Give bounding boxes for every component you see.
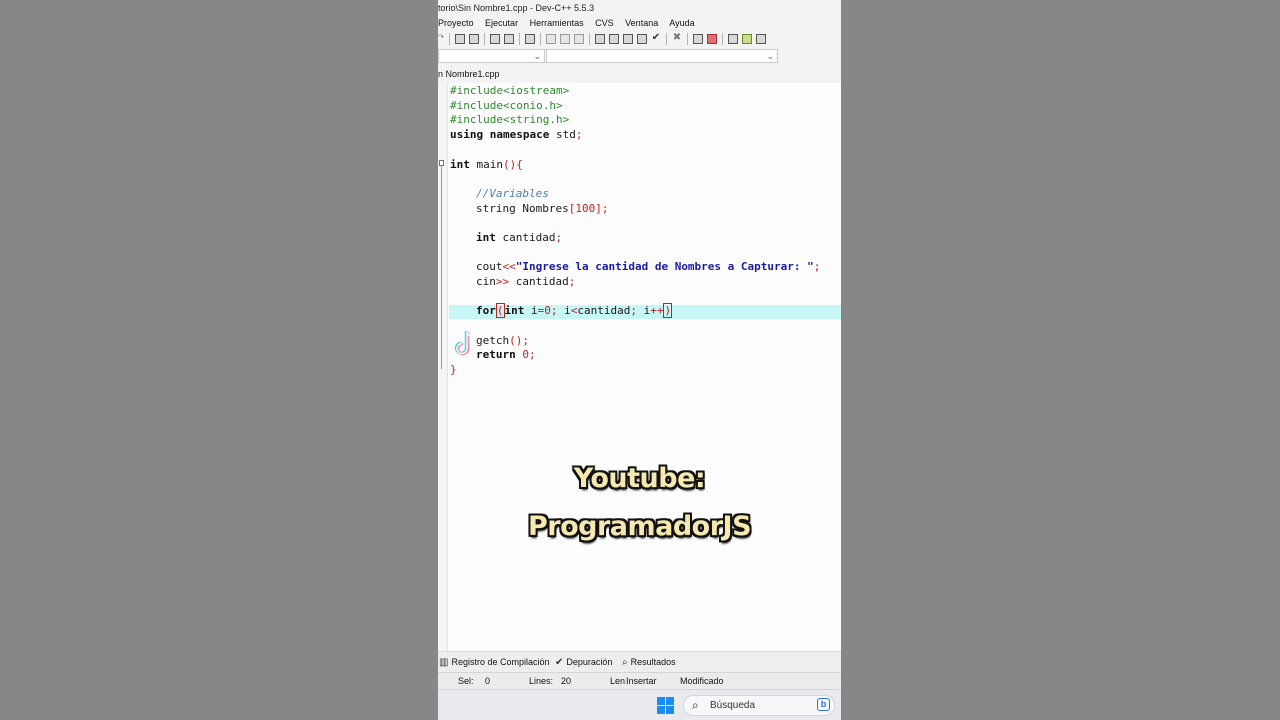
- debug-icon[interactable]: [707, 34, 717, 44]
- search-icon: ⌕: [692, 698, 699, 712]
- code-editor[interactable]: #include<iostream> #include<conio.h> #in…: [438, 83, 841, 651]
- editor-tabs: n Nombre1.cpp: [438, 66, 841, 82]
- code-line-14: cin>> cantidad;: [476, 275, 576, 288]
- compile-icon[interactable]: [595, 34, 605, 44]
- toolbar: ↷ ✔ ✖: [438, 30, 841, 48]
- check-icon[interactable]: ✔: [651, 33, 661, 44]
- left-blur-area: [0, 0, 438, 720]
- insert-mode: Insertar: [626, 676, 657, 686]
- unindent-icon[interactable]: [560, 34, 570, 44]
- goto-function-icon[interactable]: [504, 34, 514, 44]
- replace-icon[interactable]: [469, 34, 479, 44]
- code-line-18: getch();: [476, 334, 529, 347]
- indent-icon[interactable]: [546, 34, 556, 44]
- matched-paren-open: (: [495, 303, 505, 318]
- tab-debug[interactable]: ✔ Depuración: [555, 652, 612, 673]
- window-title: torio\Sin Nombre1.cpp - Dev-C++ 5.5.3: [438, 0, 841, 16]
- toggle-icon[interactable]: [756, 34, 766, 44]
- menu-ejecutar[interactable]: Ejecutar: [485, 18, 518, 28]
- member-dropdown[interactable]: ⌄: [546, 49, 778, 63]
- dev-cpp-window: torio\Sin Nombre1.cpp - Dev-C++ 5.5.3 Pr…: [438, 0, 841, 720]
- toolbar-separator: [722, 33, 723, 45]
- code-line-9: string Nombres[100];: [476, 202, 609, 215]
- class-dropdown[interactable]: ⌄: [438, 49, 545, 63]
- goto-line-icon[interactable]: [490, 34, 500, 44]
- sel-value: 0: [485, 676, 491, 686]
- lines-label: Lines:: [529, 676, 554, 686]
- tab-compile-log[interactable]: ▥ Registro de Compilación: [439, 652, 550, 673]
- chevron-down-icon: ⌄: [766, 51, 774, 61]
- insert-icon[interactable]: [742, 34, 752, 44]
- code-line-3: #include<string.h>: [450, 113, 570, 126]
- toolbar-separator: [666, 33, 667, 45]
- len-label: Len: [610, 676, 626, 686]
- toolbar-separator: [519, 33, 520, 45]
- bookmark-icon[interactable]: [525, 34, 535, 44]
- chevron-down-icon: ⌄: [533, 51, 541, 61]
- code-line-8: //Variables: [476, 187, 549, 200]
- channel-name: ProgramadorJS: [527, 511, 752, 542]
- fold-line: [441, 166, 442, 369]
- menu-bar: Proyecto Ejecutar Herramientas CVS Venta…: [438, 16, 841, 30]
- menu-cvs[interactable]: CVS: [595, 18, 614, 28]
- search-results-icon: ⌕: [622, 657, 628, 668]
- menu-herramientas[interactable]: Herramientas: [530, 18, 584, 28]
- menu-proyecto[interactable]: Proyecto: [438, 18, 474, 28]
- code-line-4: using namespace std;: [450, 128, 583, 141]
- rebuild-icon[interactable]: [637, 34, 647, 44]
- compile-run-icon[interactable]: [623, 34, 633, 44]
- new-class-icon[interactable]: [728, 34, 738, 44]
- toolbar-separator: [687, 33, 688, 45]
- tab-results[interactable]: ⌕ Resultados: [622, 652, 676, 673]
- toolbar-separator: [540, 33, 541, 45]
- class-browser-bar: ⌄ ⌄: [438, 49, 841, 65]
- bing-icon[interactable]: b: [817, 698, 830, 711]
- code-line-11: int cantidad;: [476, 231, 563, 244]
- check-icon: ✔: [555, 657, 564, 668]
- modified-status: Modificado: [680, 676, 724, 686]
- code-line-13: cout<<"Ingrese la cantidad de Nombres a …: [476, 260, 821, 273]
- menu-ayuda[interactable]: Ayuda: [669, 18, 694, 28]
- fold-gutter: [438, 83, 448, 651]
- toggle-comment-icon[interactable]: [574, 34, 584, 44]
- redo-icon[interactable]: ↷: [438, 34, 444, 44]
- windows-start-icon[interactable]: [657, 697, 674, 714]
- chart-icon[interactable]: [693, 34, 703, 44]
- stop-icon[interactable]: ✖: [672, 33, 682, 44]
- code-line-20: }: [450, 363, 457, 376]
- code-line-6: int main(){: [450, 158, 523, 171]
- menu-ventana[interactable]: Ventana: [625, 18, 658, 28]
- sel-label: Sel:: [458, 676, 474, 686]
- code-line-2: #include<conio.h>: [450, 99, 563, 112]
- search-placeholder: Búsqueda: [710, 700, 756, 711]
- lines-value: 20: [561, 676, 572, 686]
- youtube-label: Youtube:: [573, 463, 706, 494]
- toolbar-separator: [449, 33, 450, 45]
- right-blur-area: [841, 0, 1280, 720]
- code-line-1: #include<iostream>: [450, 84, 570, 97]
- tab-sin-nombre1[interactable]: n Nombre1.cpp: [438, 66, 506, 82]
- matched-paren-close: ): [663, 303, 673, 318]
- code-line-16: for(int i=0; i<cantidad; i++): [476, 303, 673, 318]
- find-icon[interactable]: [455, 34, 465, 44]
- toolbar-separator: [484, 33, 485, 45]
- status-bar: Sel: 0 Lines: 20 Len Insertar Modificado: [438, 672, 841, 690]
- bottom-panel-tabs: ▥ Registro de Compilación ✔ Depuración ⌕ Re…: [438, 651, 841, 672]
- bar-chart-icon: ▥: [439, 657, 449, 668]
- toolbar-separator: [589, 33, 590, 45]
- taskbar-search[interactable]: ⌕ Búsqueda b: [683, 695, 835, 716]
- run-icon[interactable]: [609, 34, 619, 44]
- tiktok-logo-icon: [454, 331, 476, 356]
- windows-taskbar: ⌕ Búsqueda b: [438, 689, 841, 720]
- code-line-19: return 0;: [476, 348, 536, 361]
